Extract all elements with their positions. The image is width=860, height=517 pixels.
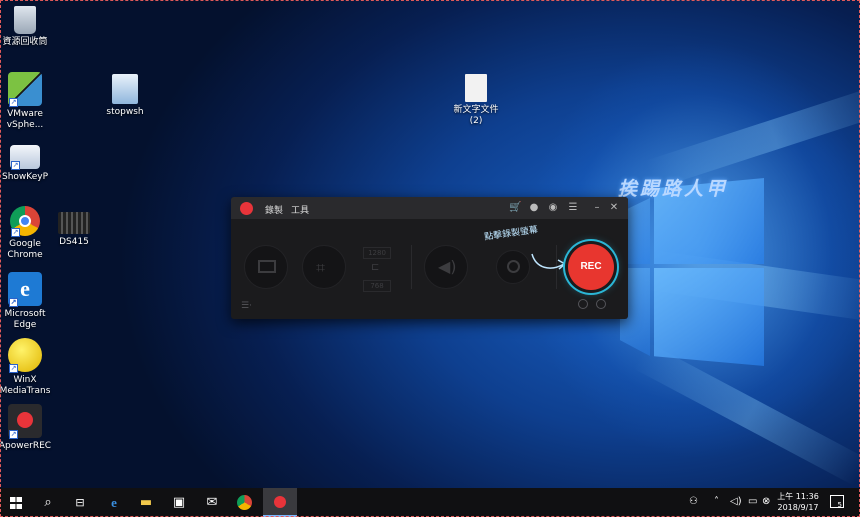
volume-icon[interactable]: ◁) bbox=[730, 496, 742, 507]
desktop-icon-recycle-bin[interactable]: 資源回收筒 bbox=[0, 6, 60, 48]
watermark: 挨踢路人甲 bbox=[618, 178, 729, 200]
edge-icon: e ↗ bbox=[8, 272, 42, 307]
desktop-icon-label: 資源回收筒 bbox=[2, 37, 48, 47]
clock-time: 上午 11:36 bbox=[777, 492, 819, 501]
desktop-icon-label: DS415 bbox=[59, 237, 89, 247]
search-icon: ⌕ bbox=[44, 495, 52, 510]
task-view-button[interactable]: ⊟ bbox=[64, 488, 96, 517]
desktop-icon-vmware[interactable]: ↗ VMware vSphe... bbox=[0, 72, 60, 131]
crop-icon: ⌗ bbox=[316, 258, 326, 277]
folder-icon: ▬ bbox=[139, 495, 153, 510]
menu-record[interactable]: 錄製 bbox=[265, 203, 283, 216]
webcam-icon bbox=[507, 260, 520, 273]
taskbar-store[interactable]: ▣ bbox=[163, 488, 195, 517]
annotation-arrow-icon bbox=[531, 253, 567, 270]
settings-icon[interactable] bbox=[596, 299, 606, 309]
menu-tools[interactable]: 工具 bbox=[291, 203, 309, 216]
search-button[interactable]: ⌕ bbox=[32, 488, 64, 517]
clock-date: 2018/9/17 bbox=[777, 503, 819, 512]
video-file-icon bbox=[58, 212, 90, 234]
notification-center-button[interactable]: 5 bbox=[830, 495, 844, 509]
vmware-icon: ↗ bbox=[8, 72, 42, 107]
webcam-button[interactable] bbox=[496, 250, 530, 284]
height-field[interactable]: 768 bbox=[363, 280, 391, 292]
taskbar-clock[interactable]: 上午 11:36 2018/9/17 bbox=[774, 491, 822, 513]
divider bbox=[411, 245, 412, 289]
text-file-icon bbox=[465, 74, 487, 102]
audio-button[interactable]: ◀) bbox=[424, 245, 468, 289]
desktop-icon-apowerrec[interactable]: ↗ ApowerREC bbox=[0, 404, 60, 452]
close-circle-icon[interactable]: ⊗ bbox=[762, 496, 770, 507]
windows-start-icon bbox=[10, 497, 22, 509]
user-icon[interactable]: ● bbox=[528, 202, 540, 214]
close-icon[interactable]: ✕ bbox=[608, 202, 620, 214]
desktop-icon-label: stopwsh bbox=[106, 107, 144, 117]
winx-icon: ↗ bbox=[8, 338, 42, 373]
notification-count: 5 bbox=[837, 501, 842, 509]
taskbar: ⌕ ⊟ e ▬ ▣ ✉ ⚇ ˄ ◁) ▭ ⊗ 上午 11:36 2018/9/1… bbox=[0, 488, 860, 517]
recorder-title-bar[interactable]: 錄製 工具 🛒 ● ◉ ☰ – ✕ bbox=[231, 197, 628, 219]
desktop-icon-label: ApowerREC bbox=[0, 441, 52, 451]
taskbar-apowerrec[interactable] bbox=[263, 488, 297, 517]
desktop-icon-winx[interactable]: ↗ WinX MediaTrans bbox=[0, 338, 60, 397]
desktop-icon-new-text[interactable]: 新文字文件 (2) bbox=[441, 74, 511, 127]
speaker-icon: ◀) bbox=[438, 257, 457, 276]
desktop-icon-label: 新文字文件 (2) bbox=[453, 105, 499, 126]
people-icon[interactable]: ⚇ bbox=[689, 496, 698, 507]
full-screen-button[interactable] bbox=[244, 245, 288, 289]
light-beam bbox=[645, 80, 860, 190]
desktop-icon-ds415[interactable]: DS415 bbox=[39, 212, 109, 248]
menu-icon[interactable]: ☰ bbox=[567, 202, 579, 214]
apowerrec-logo-icon bbox=[240, 202, 253, 215]
cart-icon[interactable]: 🛒 bbox=[509, 202, 521, 214]
chat-icon[interactable]: ◉ bbox=[547, 202, 559, 214]
chrome-icon bbox=[237, 495, 252, 510]
rec-button[interactable]: REC bbox=[568, 244, 614, 290]
lock-ratio-icon[interactable]: ⊏ bbox=[371, 262, 379, 273]
list-icon[interactable]: ☰· bbox=[241, 301, 252, 311]
recycle-bin-icon bbox=[14, 6, 36, 34]
width-field[interactable]: 1280 bbox=[363, 247, 391, 259]
start-button[interactable] bbox=[0, 488, 32, 517]
desktop-icon-stopwsh[interactable]: stopwsh bbox=[90, 74, 160, 118]
schedule-icon[interactable] bbox=[578, 299, 588, 309]
apowerrec-icon: ↗ bbox=[8, 404, 42, 439]
task-view-icon: ⊟ bbox=[75, 496, 85, 509]
monitor-icon bbox=[258, 260, 276, 273]
mail-icon: ✉ bbox=[206, 495, 218, 510]
desktop-icon-edge[interactable]: e ↗ Microsoft Edge bbox=[0, 272, 60, 331]
script-file-icon bbox=[112, 74, 138, 104]
chrome-icon: ↗ bbox=[10, 206, 40, 237]
desktop-icon-showkey[interactable]: ↗ ShowKeyP bbox=[0, 140, 60, 183]
desktop-icon-label: ShowKeyP bbox=[1, 172, 49, 182]
taskbar-explorer[interactable]: ▬ bbox=[130, 488, 162, 517]
store-icon: ▣ bbox=[172, 495, 186, 510]
taskbar-chrome[interactable] bbox=[229, 488, 261, 517]
minimize-icon[interactable]: – bbox=[591, 202, 603, 214]
edge-icon: e bbox=[111, 495, 117, 510]
desktop-icon-label: WinX MediaTrans bbox=[0, 375, 51, 396]
showkey-icon: ↗ bbox=[10, 145, 40, 170]
region-button[interactable]: ⌗ bbox=[302, 245, 346, 289]
desktop-icon-label: Microsoft Edge bbox=[4, 309, 46, 330]
network-icon[interactable]: ▭ bbox=[748, 496, 757, 507]
taskbar-edge[interactable]: e bbox=[98, 488, 130, 517]
chevron-up-icon[interactable]: ˄ bbox=[714, 496, 719, 507]
apowerrec-icon bbox=[274, 496, 286, 508]
desktop-icon-label: VMware vSphe... bbox=[6, 109, 44, 130]
taskbar-mail[interactable]: ✉ bbox=[196, 488, 228, 517]
windows-logo-pane bbox=[654, 268, 764, 366]
